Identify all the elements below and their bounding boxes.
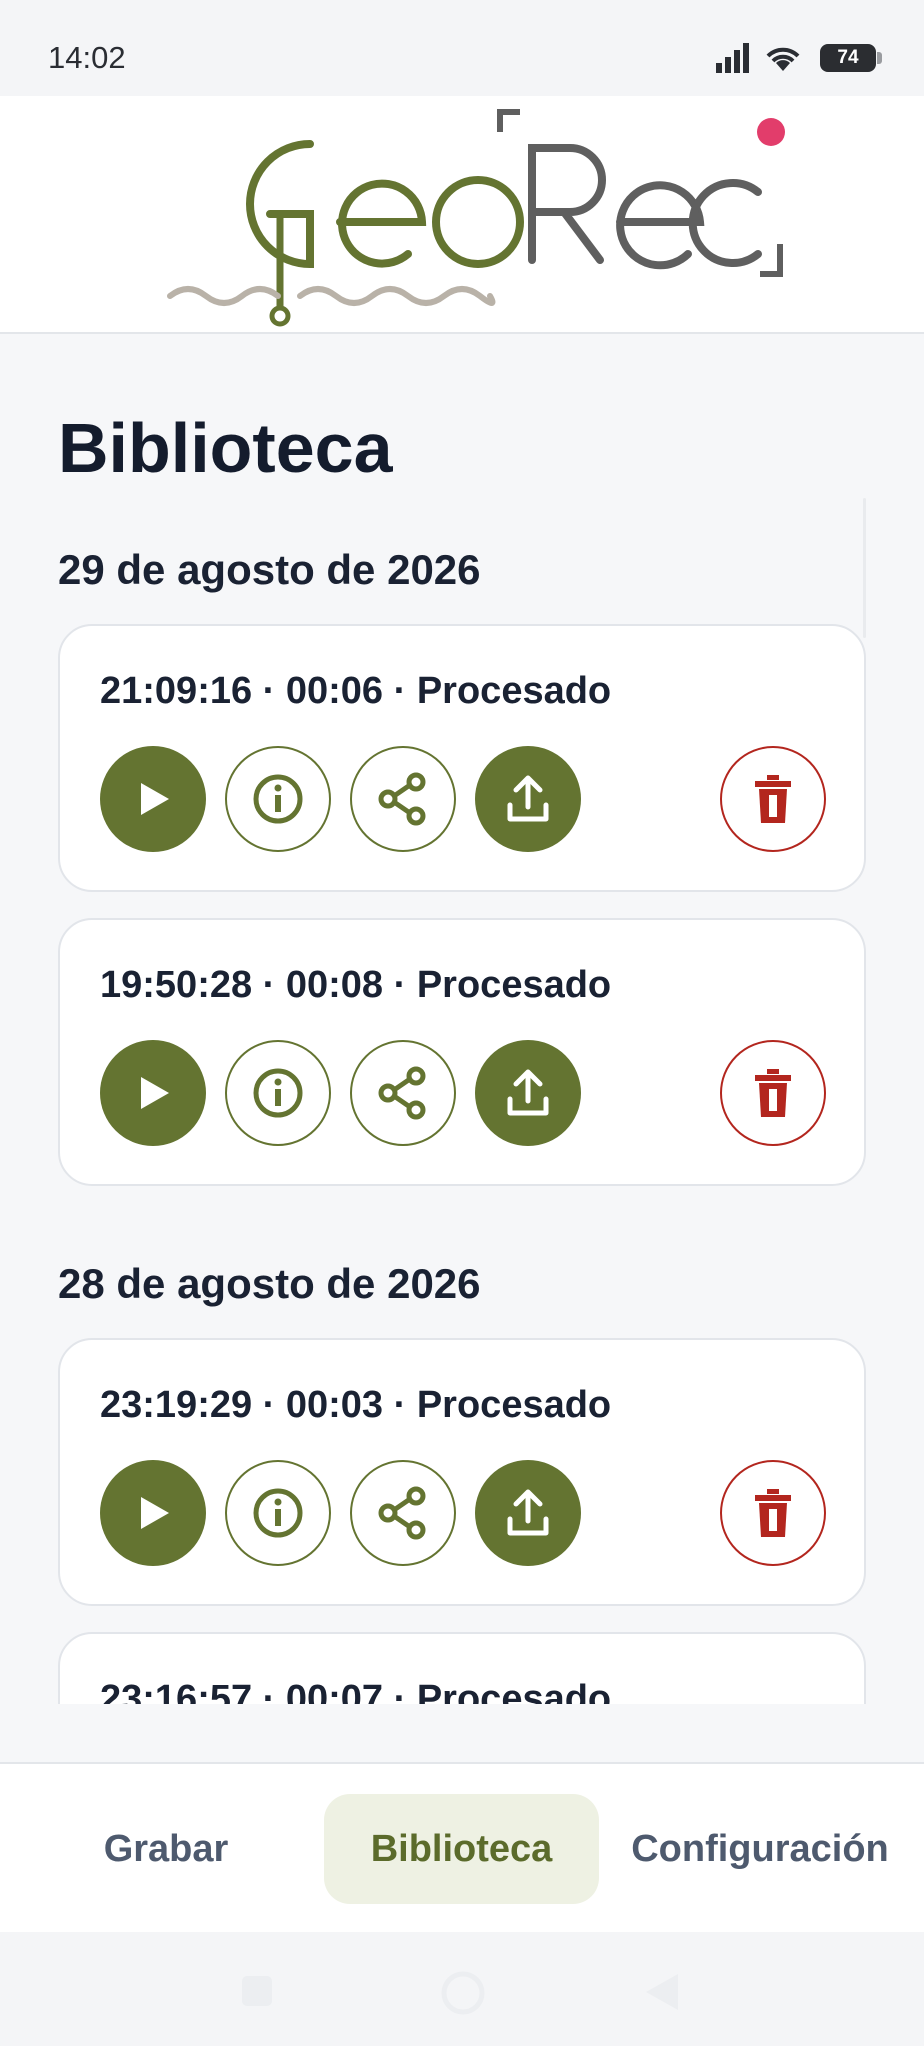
- delete-button[interactable]: [720, 746, 826, 852]
- info-button[interactable]: [225, 1460, 331, 1566]
- nav-item-grabar[interactable]: Grabar: [40, 1794, 292, 1904]
- recording-card[interactable]: 23:16:57 · 00:07 · Procesado: [58, 1632, 866, 1704]
- play-icon: [141, 1077, 169, 1109]
- upload-icon: [507, 775, 549, 822]
- info-button[interactable]: [225, 746, 331, 852]
- recording-title: 21:09:16 · 00:06 · Procesado: [100, 670, 612, 712]
- upload-button[interactable]: [475, 1040, 581, 1146]
- upload-button[interactable]: [475, 746, 581, 852]
- share-button[interactable]: [350, 746, 456, 852]
- share-icon: [378, 1486, 426, 1540]
- nav-label: Grabar: [103, 1827, 229, 1870]
- trash-icon: [755, 1489, 791, 1537]
- trash-icon: [755, 775, 791, 823]
- app-header: [0, 96, 924, 334]
- play-button[interactable]: [100, 1040, 206, 1146]
- trash-icon: [755, 1069, 791, 1117]
- back-icon[interactable]: [644, 1972, 680, 2012]
- play-button[interactable]: [100, 1460, 206, 1566]
- info-icon: [253, 1068, 303, 1118]
- recents-icon[interactable]: [240, 1974, 274, 2008]
- battery-level: 74: [837, 47, 859, 68]
- battery-indicator: 74: [820, 44, 882, 72]
- info-button[interactable]: [225, 1040, 331, 1146]
- scrollbar[interactable]: [863, 498, 866, 638]
- recording-title: 19:50:28 · 00:08 · Procesado: [100, 964, 612, 1006]
- status-bar: 14:02 74: [0, 0, 924, 96]
- recording-title: 23:16:57 · 00:07 · Procesado: [100, 1678, 612, 1704]
- status-time: 14:02: [48, 40, 126, 75]
- system-nav-bar: [0, 1932, 924, 2046]
- upload-icon: [507, 1489, 549, 1536]
- recording-card[interactable]: 23:19:29 · 00:03 · Procesado: [58, 1338, 866, 1606]
- share-button[interactable]: [350, 1460, 456, 1566]
- play-icon: [141, 1497, 169, 1529]
- bottom-nav: Grabar Biblioteca Configuración: [0, 1762, 924, 1932]
- nav-label: Configuración: [631, 1827, 889, 1870]
- record-dot-icon: [757, 118, 785, 146]
- home-icon[interactable]: [440, 1970, 486, 2016]
- delete-button[interactable]: [720, 1460, 826, 1566]
- nav-label: Biblioteca: [370, 1827, 553, 1870]
- nav-item-configuracion[interactable]: Configuración: [620, 1794, 900, 1904]
- share-button[interactable]: [350, 1040, 456, 1146]
- signal-icon: [716, 43, 749, 73]
- delete-button[interactable]: [720, 1040, 826, 1146]
- page-title: Biblioteca: [58, 409, 393, 487]
- upload-button[interactable]: [475, 1460, 581, 1566]
- date-heading: 28 de agosto de 2026: [58, 1260, 481, 1307]
- nav-item-biblioteca[interactable]: Biblioteca: [324, 1794, 599, 1904]
- upload-icon: [507, 1069, 549, 1116]
- date-heading: 29 de agosto de 2026: [58, 546, 481, 593]
- info-icon: [253, 774, 303, 824]
- georec-logo: [167, 109, 785, 327]
- wifi-icon: [766, 47, 800, 71]
- play-button[interactable]: [100, 746, 206, 852]
- info-icon: [253, 1488, 303, 1538]
- list-clip: 23:16:57 · 00:07 · Procesado: [0, 1620, 924, 1704]
- status-icons: 74: [716, 42, 882, 74]
- recording-card[interactable]: 19:50:28 · 00:08 · Procesado: [58, 918, 866, 1186]
- share-icon: [378, 1066, 426, 1120]
- share-icon: [378, 772, 426, 826]
- recording-card[interactable]: 21:09:16 · 00:06 · Procesado: [58, 624, 866, 892]
- recording-title: 23:19:29 · 00:03 · Procesado: [100, 1384, 612, 1426]
- play-icon: [141, 783, 169, 815]
